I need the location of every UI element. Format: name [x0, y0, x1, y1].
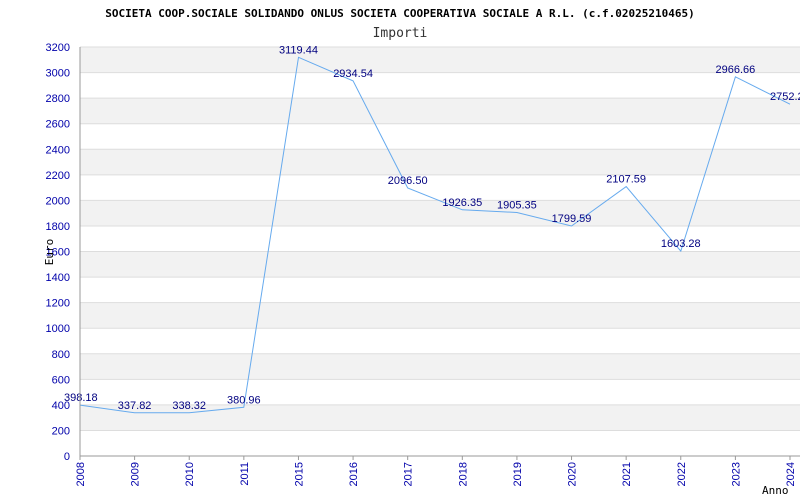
x-tick-label: 2019 [512, 462, 524, 486]
x-tick-label: 2015 [293, 462, 305, 486]
y-tick-label: 1400 [46, 272, 70, 284]
y-tick-label: 2000 [46, 195, 70, 207]
y-tick-label: 3200 [46, 42, 70, 54]
x-tick-label: 2024 [785, 462, 797, 486]
x-tick-label: 2011 [239, 462, 251, 486]
chart-subtitle: Importi [373, 26, 428, 41]
data-label: 380.96 [227, 394, 261, 406]
data-label: 1905.35 [497, 199, 537, 211]
data-label: 1926.35 [442, 197, 482, 209]
x-tick-label: 2023 [730, 462, 742, 486]
data-label: 2096.50 [388, 175, 428, 187]
y-tick-label: 1000 [46, 323, 70, 335]
data-label: 1799.59 [552, 213, 592, 225]
chart-title: SOCIETA COOP.SOCIALE SOLIDANDO ONLUS SOC… [105, 7, 694, 20]
y-tick-label: 3000 [46, 68, 70, 80]
plot-band [80, 251, 800, 278]
data-label: 337.82 [118, 400, 152, 412]
y-tick-label: 200 [52, 425, 70, 437]
data-label: 1603.28 [661, 238, 701, 250]
x-tick-label: 2016 [348, 462, 360, 486]
y-tick-label: 800 [52, 349, 70, 361]
x-tick-label: 2009 [130, 462, 142, 486]
line-chart: 0200400600800100012001400160018002000220… [43, 7, 800, 497]
y-tick-label: 2200 [46, 170, 70, 182]
plot-band [80, 149, 800, 175]
plot-band [80, 200, 800, 226]
y-tick-label: 2400 [46, 144, 70, 156]
data-label: 2934.54 [333, 68, 373, 80]
x-axis-label: Anno [762, 484, 789, 497]
data-label: 338.32 [172, 400, 206, 412]
x-tick-label: 2010 [184, 462, 196, 486]
y-tick-label: 2600 [46, 119, 70, 131]
data-label: 2966.66 [716, 64, 756, 76]
x-tick-label: 2018 [457, 462, 469, 486]
x-tick-labels: 2008 2009 2010 2011 2015 2016 2017 2018 2019 2020… [75, 456, 797, 486]
y-tick-label: 1800 [46, 221, 70, 233]
x-tick-label: 2022 [676, 462, 688, 486]
plot-band [80, 353, 800, 380]
data-label: 2752.2 [770, 91, 800, 103]
x-tick-label: 2020 [567, 462, 579, 486]
plot-band [80, 47, 800, 73]
x-tick-label: 2008 [75, 462, 87, 486]
y-tick-label: 1200 [46, 298, 70, 310]
y-axis-label: Euro [43, 239, 56, 266]
y-tick-label: 2800 [46, 93, 70, 105]
plot-band [80, 98, 800, 124]
y-tick-label: 0 [64, 451, 70, 463]
plot-band [80, 302, 800, 329]
x-tick-label: 2017 [403, 462, 415, 486]
data-label: 3119.44 [279, 44, 318, 56]
y-tick-label: 600 [52, 374, 70, 386]
data-label: 398.18 [64, 392, 98, 404]
data-label: 2107.59 [606, 174, 646, 186]
x-tick-label: 2021 [621, 462, 633, 486]
